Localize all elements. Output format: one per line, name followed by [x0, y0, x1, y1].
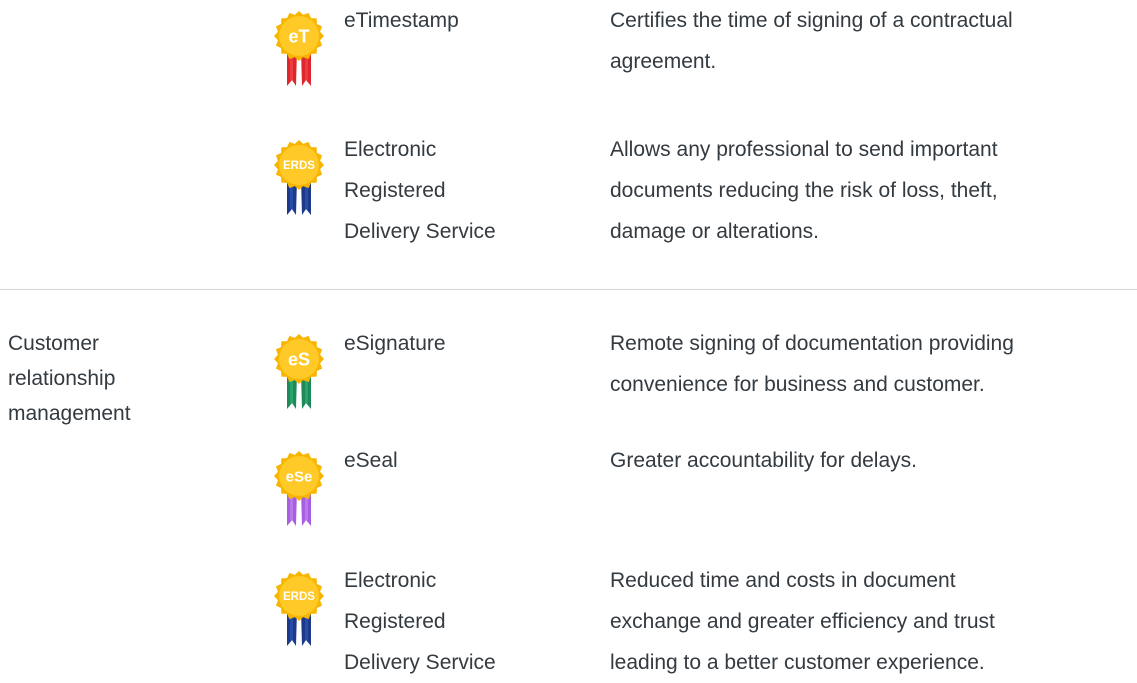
trust-service-badge-icon: eSe [270, 450, 328, 528]
trust-service-badge-icon: ERDS [270, 570, 328, 648]
service-description: Reduced time and costs in document excha… [610, 569, 995, 674]
section-divider [0, 289, 1137, 290]
badge-label: ERDS [283, 591, 315, 603]
badge-label: ERDS [283, 160, 315, 172]
badge-label: eSe [286, 468, 313, 485]
badge-label: eT [288, 26, 309, 46]
service-description: Greater accountability for delays. [610, 449, 917, 472]
service-name: eSeal [344, 449, 398, 472]
service-name: Electronic Registered Delivery Service [344, 138, 496, 243]
service-name: eTimestamp [344, 9, 459, 32]
service-name: Electronic Registered Delivery Service [344, 569, 496, 674]
badge-label: eS [288, 349, 310, 369]
service-name: eSignature [344, 332, 446, 355]
trust-service-badge-icon: ERDS [270, 139, 328, 217]
category-label: Customer relationship management [8, 332, 131, 425]
service-description: Remote signing of documentation providin… [610, 332, 1014, 396]
trust-service-badge-icon: eS [270, 333, 328, 411]
service-description: Certifies the time of signing of a contr… [610, 9, 1013, 73]
service-description: Allows any professional to send importan… [610, 138, 998, 243]
trust-service-badge-icon: eT [270, 10, 328, 88]
